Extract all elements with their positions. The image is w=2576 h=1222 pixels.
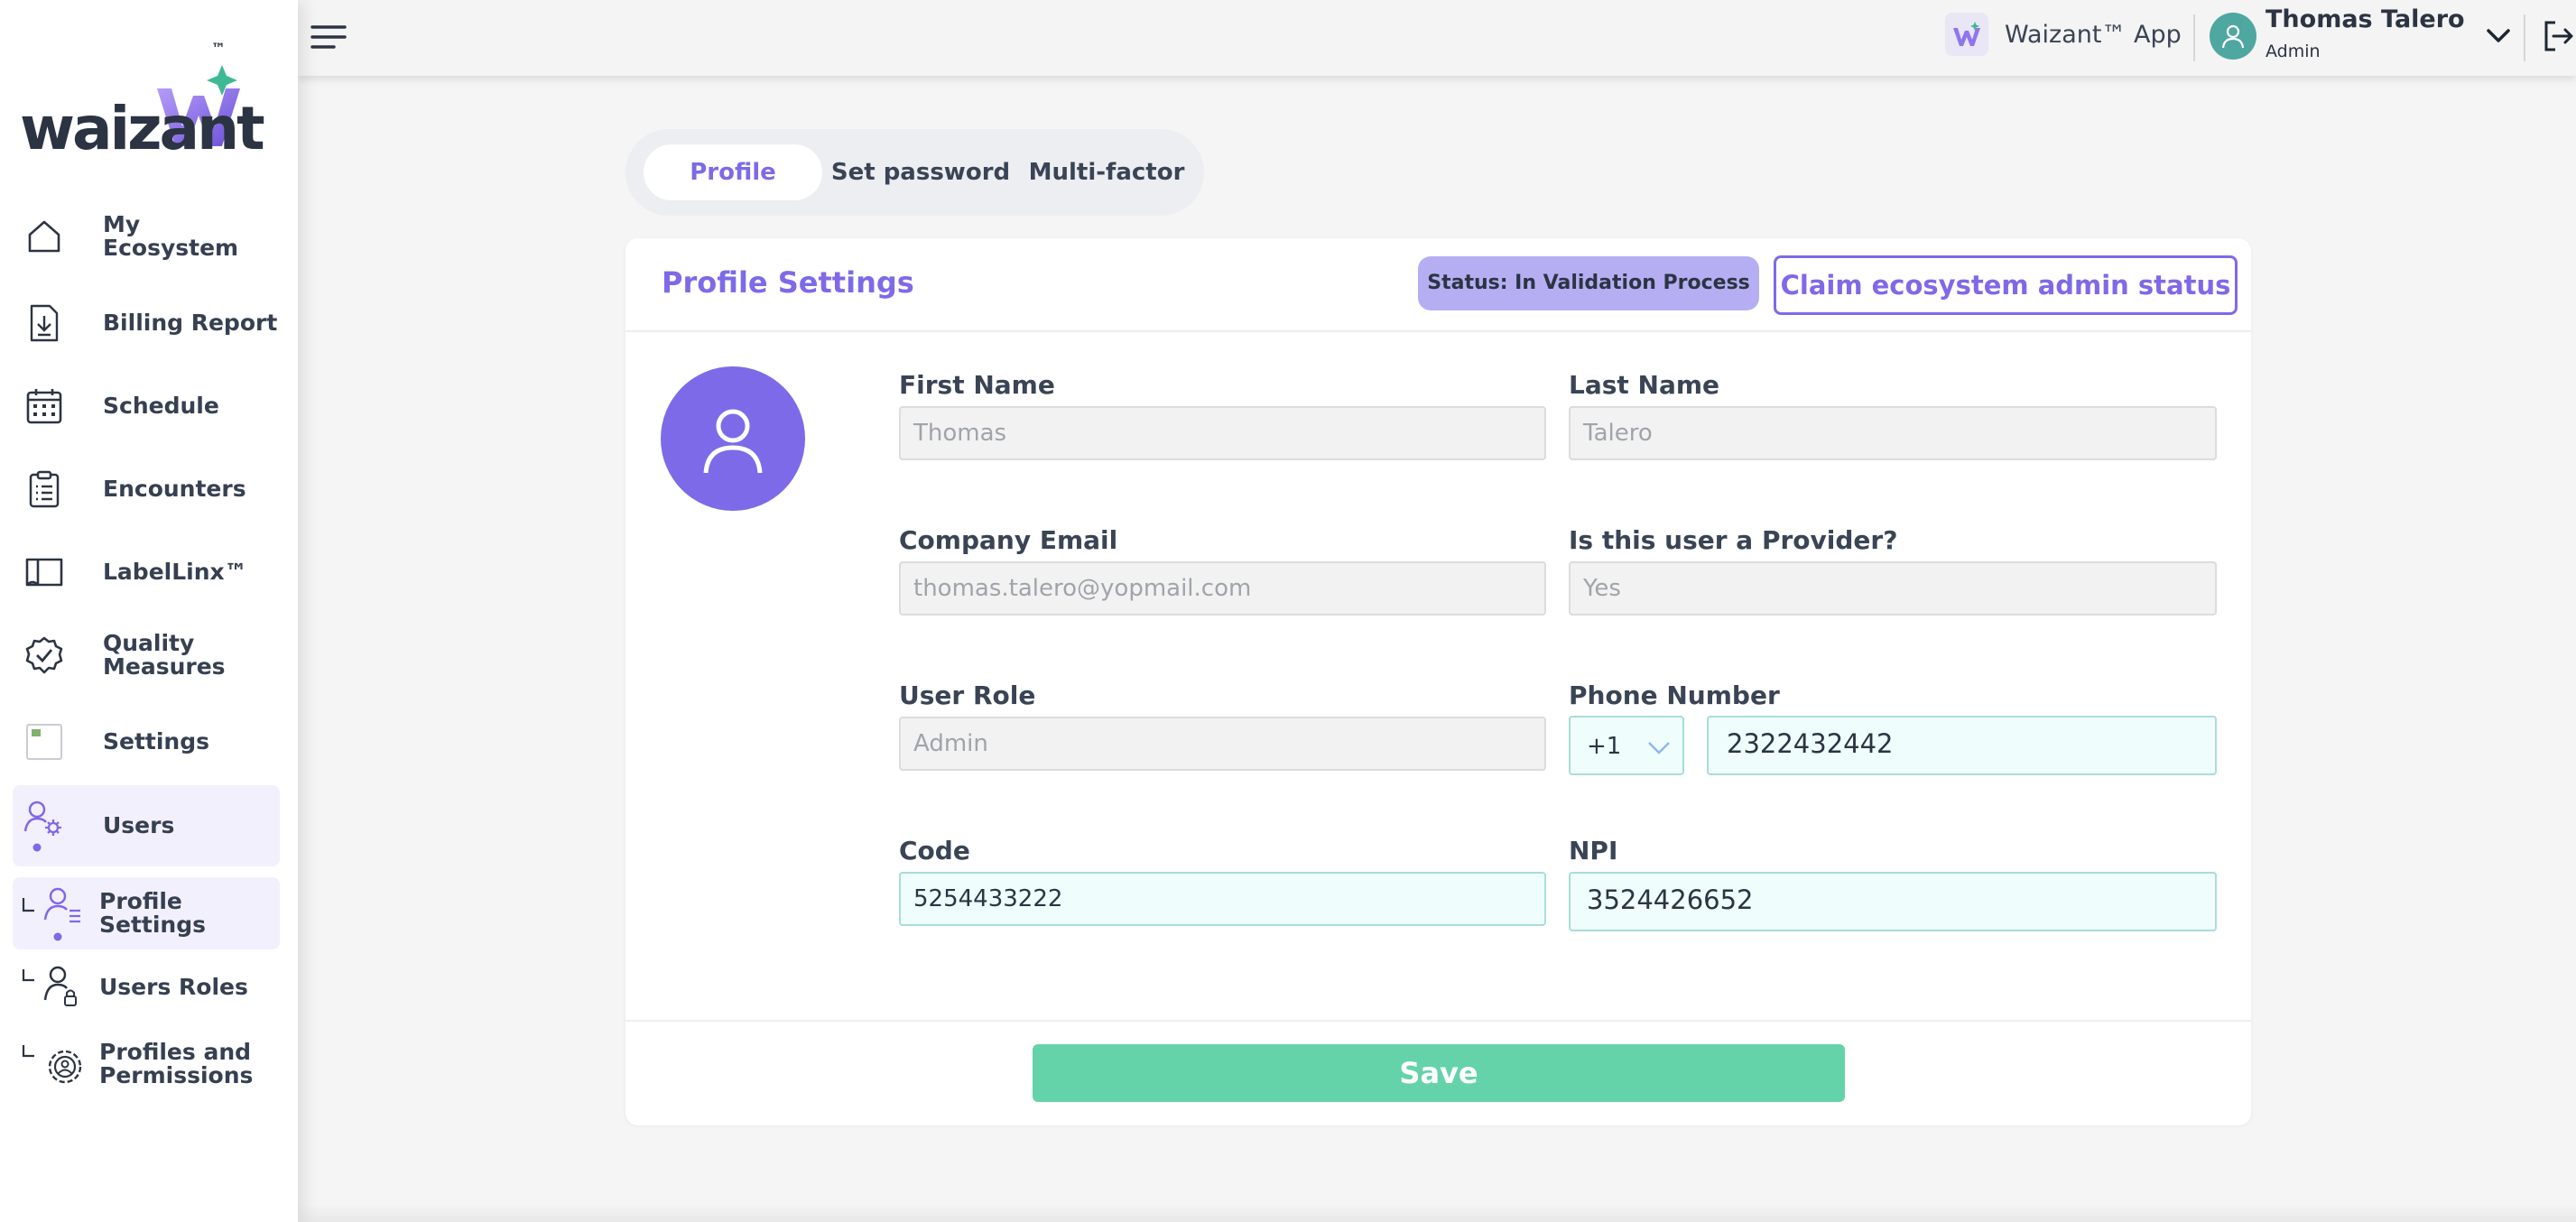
- sidebar-item-billing-report[interactable]: Billing Report: [13, 298, 280, 348]
- sidebar-item-label: Profiles and Permissions: [99, 1039, 254, 1088]
- sidebar-item-label: Schedule: [103, 393, 219, 419]
- phone-number-label: Phone Number: [1569, 680, 1780, 710]
- waizant-logo[interactable]: ™ waizant: [20, 36, 265, 167]
- tab-profile[interactable]: Profile: [644, 144, 822, 200]
- sidebar-item-quality-measures[interactable]: Quality Measures: [13, 628, 280, 682]
- claim-admin-button[interactable]: Claim ecosystem admin status: [1774, 255, 2238, 315]
- page-bottom-edge: [298, 1204, 2576, 1222]
- menu-toggle-icon[interactable]: [309, 22, 348, 54]
- user-name: Thomas Talero: [2266, 5, 2465, 33]
- sidebar-item-users[interactable]: Users: [13, 785, 280, 866]
- header-divider: [2193, 14, 2195, 61]
- sidebar: ™ waizant My Ecosystem Billing Report Sc…: [0, 0, 298, 1222]
- user-avatar[interactable]: [2210, 13, 2256, 60]
- header-divider: [2524, 14, 2525, 61]
- app-label: Waizant™ App: [2005, 20, 2182, 49]
- tab-set-password[interactable]: Set password: [824, 144, 1017, 200]
- folder-icon: [13, 547, 76, 597]
- phone-country-code-value: +1: [1587, 733, 1622, 760]
- sidebar-subitem-profile-settings[interactable]: Profile Settings: [13, 877, 280, 949]
- first-name-label: First Name: [899, 370, 1055, 400]
- npi-field[interactable]: 3524426652: [1569, 872, 2217, 931]
- provider-field[interactable]: Yes: [1569, 561, 2217, 616]
- status-badge: Status: In Validation Process: [1418, 256, 1759, 310]
- clipboard-icon: [13, 464, 76, 514]
- sidebar-item-label: Profile Settings: [99, 888, 207, 938]
- save-button[interactable]: Save: [1033, 1044, 1845, 1102]
- sidebar-item-encounters[interactable]: Encounters: [13, 464, 280, 514]
- logo-wordmark: waizant: [20, 94, 265, 163]
- gear-icon: [13, 1034, 94, 1094]
- card-divider: [625, 330, 2251, 332]
- company-email-field[interactable]: thomas.talero@yopmail.com: [899, 561, 1546, 616]
- sidebar-item-label: Billing Report: [103, 310, 278, 336]
- sidebar-item-my-ecosystem[interactable]: My Ecosystem: [13, 209, 280, 264]
- code-label: Code: [899, 836, 970, 866]
- user-settings-icon: [13, 877, 94, 949]
- last-name-label: Last Name: [1569, 370, 1720, 400]
- sidebar-subitem-users-roles[interactable]: Users Roles: [13, 960, 280, 1014]
- sidebar-item-settings[interactable]: Settings: [13, 717, 280, 767]
- user-role: Admin: [2266, 42, 2321, 61]
- card-footer-divider: [625, 1020, 2251, 1022]
- user-role-field[interactable]: Admin: [899, 717, 1546, 771]
- download-doc-icon: [13, 298, 76, 348]
- broken-image-icon: [13, 717, 76, 767]
- sidebar-item-labellinx[interactable]: LabelLinx™: [13, 547, 280, 597]
- first-name-field[interactable]: Thomas: [899, 406, 1546, 460]
- npi-label: NPI: [1569, 836, 1618, 866]
- company-email-label: Company Email: [899, 525, 1118, 555]
- provider-label: Is this user a Provider?: [1569, 525, 1898, 555]
- calendar-icon: [13, 381, 76, 431]
- card-title: Profile Settings: [662, 265, 914, 300]
- waizant-app-icon: [1945, 13, 1988, 56]
- sidebar-item-label: Users Roles: [99, 974, 248, 1000]
- user-gear-icon: [13, 785, 76, 866]
- sidebar-item-label: LabelLinx™: [103, 559, 247, 585]
- profile-avatar[interactable]: [661, 366, 805, 511]
- profile-tabs: Profile Set password Multi-factor: [625, 129, 1204, 216]
- sidebar-item-schedule[interactable]: Schedule: [13, 381, 280, 431]
- code-field[interactable]: 5254433222: [899, 872, 1546, 926]
- logout-icon[interactable]: [2540, 18, 2576, 54]
- phone-number-field[interactable]: 2322432442: [1707, 716, 2217, 775]
- verified-badge-icon: [13, 630, 76, 680]
- home-icon: [13, 211, 76, 262]
- sidebar-item-label: Users: [103, 812, 175, 838]
- sidebar-subitem-profiles-permissions[interactable]: Profiles and Permissions: [13, 1034, 280, 1094]
- sidebar-item-label: Quality Measures: [103, 630, 226, 680]
- chevron-down-icon: [1648, 742, 1670, 754]
- sidebar-item-label: Settings: [103, 728, 210, 754]
- tab-multi-factor[interactable]: Multi-factor: [1017, 144, 1196, 200]
- user-lock-icon: [13, 960, 94, 1014]
- sidebar-item-label: My Ecosystem: [103, 211, 239, 261]
- top-header: Waizant™ App Thomas Talero Admin: [298, 0, 2576, 76]
- logo-trademark: ™: [211, 40, 226, 57]
- sidebar-item-label: Encounters: [103, 476, 246, 502]
- phone-country-code-select[interactable]: +1: [1569, 716, 1684, 775]
- user-role-label: User Role: [899, 680, 1036, 710]
- last-name-field[interactable]: Talero: [1569, 406, 2217, 460]
- user-icon: [703, 409, 763, 474]
- profile-settings-card: Profile Settings Status: In Validation P…: [625, 238, 2251, 1125]
- chevron-down-icon[interactable]: [2482, 20, 2515, 52]
- app-switcher[interactable]: Waizant™ App: [1945, 13, 2182, 56]
